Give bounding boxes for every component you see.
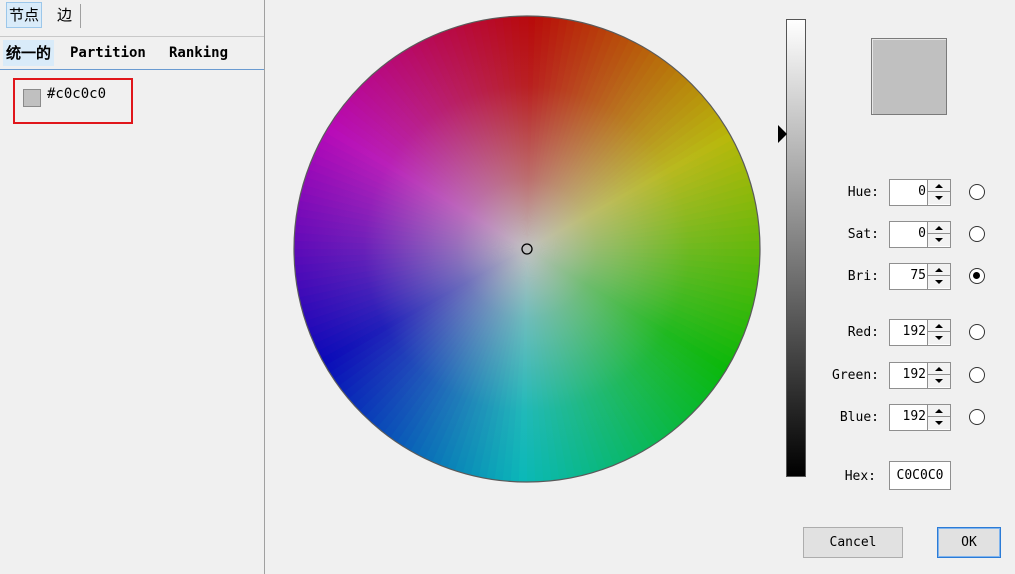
green-radio[interactable] xyxy=(969,367,985,383)
red-label: Red: xyxy=(847,325,879,340)
hue-decrement-button[interactable] xyxy=(928,192,950,204)
sat-label: Sat: xyxy=(847,227,879,242)
blue-spin-buttons xyxy=(927,405,950,430)
sat-value[interactable]: 0 xyxy=(918,226,926,241)
brightness-slider-marker-icon[interactable] xyxy=(778,124,787,143)
red-spinner[interactable]: 192 xyxy=(889,319,951,346)
color-item[interactable]: #c0c0c0 xyxy=(13,78,133,124)
chevron-down-icon xyxy=(935,196,943,200)
blue-decrement-button[interactable] xyxy=(928,417,950,429)
color-wheel[interactable] xyxy=(292,14,762,484)
chevron-up-icon xyxy=(935,409,943,413)
hue-spinner[interactable]: 0 xyxy=(889,179,951,206)
sub-tab-partition[interactable]: Partition xyxy=(67,40,149,66)
tab-separator xyxy=(80,4,81,28)
hex-input[interactable]: C0C0C0 xyxy=(889,461,951,490)
bri-label: Bri: xyxy=(847,269,879,284)
color-wheel-saturation xyxy=(294,16,760,482)
bri-value[interactable]: 75 xyxy=(910,268,926,283)
bri-spinner[interactable]: 75 xyxy=(889,263,951,290)
color-swatch[interactable] xyxy=(23,89,41,107)
chevron-up-icon xyxy=(935,184,943,188)
sub-tab-ranking[interactable]: Ranking xyxy=(166,40,231,66)
tab-nodes[interactable]: 节点 xyxy=(6,2,43,28)
bri-radio[interactable] xyxy=(969,268,985,284)
chevron-down-icon xyxy=(935,280,943,284)
bri-spin-buttons xyxy=(927,264,950,289)
blue-spinner[interactable]: 192 xyxy=(889,404,951,431)
brightness-slider[interactable] xyxy=(786,19,806,477)
blue-increment-button[interactable] xyxy=(928,405,950,417)
sub-tab-unified[interactable]: 统一的 xyxy=(3,40,55,66)
chevron-down-icon xyxy=(935,336,943,340)
tab-edges[interactable]: 边 xyxy=(55,2,74,28)
hue-increment-button[interactable] xyxy=(928,180,950,192)
top-tab-bar: 节点 边 xyxy=(0,0,264,32)
sat-radio[interactable] xyxy=(969,226,985,242)
green-decrement-button[interactable] xyxy=(928,375,950,387)
sat-spinner[interactable]: 0 xyxy=(889,221,951,248)
sub-tab-bar: 统一的 Partition Ranking xyxy=(0,36,264,70)
bri-increment-button[interactable] xyxy=(928,264,950,276)
red-value[interactable]: 192 xyxy=(903,324,926,339)
sat-spin-buttons xyxy=(927,222,950,247)
red-radio[interactable] xyxy=(969,324,985,340)
hex-label: Hex: xyxy=(844,469,876,484)
chevron-up-icon xyxy=(935,367,943,371)
green-increment-button[interactable] xyxy=(928,363,950,375)
red-spin-buttons xyxy=(927,320,950,345)
green-spin-buttons xyxy=(927,363,950,388)
sat-decrement-button[interactable] xyxy=(928,234,950,246)
hue-radio[interactable] xyxy=(969,184,985,200)
color-item-label: #c0c0c0 xyxy=(47,86,107,102)
blue-radio[interactable] xyxy=(969,409,985,425)
chevron-up-icon xyxy=(935,324,943,328)
left-panel: 节点 边 统一的 Partition Ranking #c0c0c0 xyxy=(0,0,265,574)
blue-label: Blue: xyxy=(839,410,879,425)
bri-decrement-button[interactable] xyxy=(928,276,950,288)
chevron-up-icon xyxy=(935,268,943,272)
sat-increment-button[interactable] xyxy=(928,222,950,234)
color-preview xyxy=(871,38,947,115)
ok-button[interactable]: OK xyxy=(937,527,1001,558)
chevron-down-icon xyxy=(935,421,943,425)
chevron-down-icon xyxy=(935,238,943,242)
radio-selected-dot xyxy=(973,272,980,279)
hue-label: Hue: xyxy=(847,185,879,200)
red-decrement-button[interactable] xyxy=(928,332,950,344)
hue-value[interactable]: 0 xyxy=(918,184,926,199)
cancel-button[interactable]: Cancel xyxy=(803,527,903,558)
green-value[interactable]: 192 xyxy=(903,367,926,382)
chevron-up-icon xyxy=(935,226,943,230)
red-increment-button[interactable] xyxy=(928,320,950,332)
chevron-down-icon xyxy=(935,379,943,383)
blue-value[interactable]: 192 xyxy=(903,409,926,424)
green-spinner[interactable]: 192 xyxy=(889,362,951,389)
green-label: Green: xyxy=(832,368,879,383)
hue-spin-buttons xyxy=(927,180,950,205)
